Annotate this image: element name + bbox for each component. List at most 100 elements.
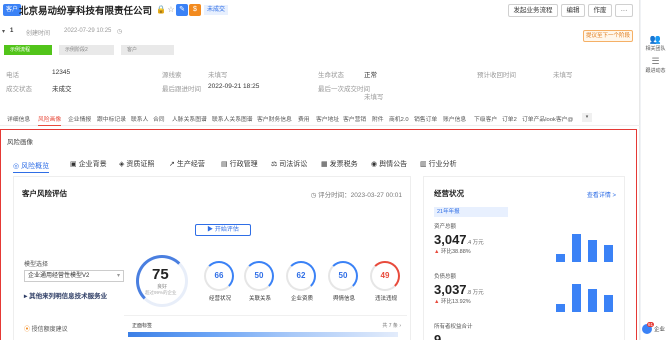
metric-label: 负债总额 <box>434 274 457 280</box>
metric-number: 3,037 <box>434 282 467 297</box>
stage-item[interactable]: 示例阶段2 <box>59 45 114 55</box>
bar <box>572 284 581 312</box>
metric-change: ▲ 环比38.88% <box>434 247 484 255</box>
risk-portrait-panel: 风险画像 ◎ 风险概览 ▣ 企业背景 ◈ 资质证照 ↗ 生产经营 ▤ 行政管理 ⚖ 司法诉讼… <box>0 129 637 340</box>
bar <box>556 304 565 312</box>
subtab-admin[interactable]: ▤ 行政管理 <box>221 159 258 169</box>
industry-link-text: 其他来列明信息技术服务业 <box>29 293 108 300</box>
header-bar: 客户 北京易动纷享科技有限责任公司 🔒 ☆ ✎ $ 未成交 发起业务流程 编辑 … <box>0 0 640 22</box>
edit-button[interactable]: 编辑 <box>561 4 585 17</box>
follow-icon[interactable]: $ <box>189 4 201 16</box>
sidebar-team[interactable]: 👥 相关团队 <box>641 34 670 52</box>
field-value: 正常 <box>364 72 377 79</box>
tabs-more-button[interactable]: ▾ <box>582 113 592 122</box>
tab-item[interactable]: 联系人 <box>131 114 148 123</box>
subtab-label: 司法诉讼 <box>279 161 308 168</box>
view-details-link[interactable]: 查看详情 > <box>587 190 616 199</box>
field-value: 未填写 <box>553 72 573 79</box>
meta-line: ▾ 1 创建时间 2022-07-29 10:25 ◷ <box>0 28 640 40</box>
gavel-icon: ⚖ <box>271 161 278 168</box>
tab-item[interactable]: 附件 <box>372 114 384 123</box>
card-title: 经营状况 <box>434 189 464 198</box>
metric-label: 所有者权益合计 <box>434 324 473 330</box>
dimension-score[interactable]: 62 企业资质 <box>286 261 318 302</box>
dimension-score[interactable]: 66 经营状况 <box>204 261 236 302</box>
enterprise-fab[interactable]: 61 企业 <box>640 322 670 336</box>
eye-icon: ◉ <box>371 161 378 168</box>
subtab-litigation[interactable]: ⚖ 司法诉讼 <box>271 159 307 169</box>
subtab-sentiment[interactable]: ◉ 舆情公告 <box>371 159 407 169</box>
bar <box>588 289 597 312</box>
tab-item[interactable]: 订单产品look客户@ <box>522 114 573 123</box>
tab-item[interactable]: 订单2 <box>502 114 517 123</box>
dimension-value: 50 <box>254 271 264 280</box>
dimension-ring: 50 <box>328 261 358 291</box>
model-select[interactable]: 企业通用经营性模型V2 ▾ <box>24 270 124 282</box>
score-time: ◷ 评分时间：2023-03-27 00:01 <box>311 189 402 199</box>
tab-risk-portrait[interactable]: 风险画像 <box>38 114 62 126</box>
arrow-up-icon: ▲ <box>434 249 440 255</box>
right-sidebar: 👥 相关团队 ☰ 跟进动态 <box>641 0 670 340</box>
tab-item[interactable]: 合同 <box>153 114 165 123</box>
badge-count: 61 <box>647 322 655 327</box>
subtab-qualification[interactable]: ◈ 资质证照 <box>119 159 154 169</box>
metric-label: 资产总额 <box>434 224 457 230</box>
tab-item[interactable]: 客户地址 <box>316 114 339 123</box>
tab-item[interactable]: 企业情报 <box>68 114 91 123</box>
dimension-ring: 50 <box>244 261 274 291</box>
bar <box>604 245 613 262</box>
more-button[interactable]: ··· <box>615 4 633 17</box>
tab-item[interactable]: 人脉关系图谱 <box>172 114 207 123</box>
field-label: 最后跟进时间 <box>162 86 201 93</box>
next-stage-button[interactable]: 提议至下一个阶段 <box>583 30 633 42</box>
tag-icon[interactable]: ✎ <box>176 4 188 16</box>
panel-title: 风险画像 <box>7 139 33 146</box>
sidebar-label: 跟进动态 <box>645 68 666 74</box>
dimension-score[interactable]: 50 关联关系 <box>244 261 276 302</box>
subtab-background[interactable]: ▣ 企业背景 <box>70 159 107 169</box>
start-assessment-button[interactable]: ▶ 开始评估 <box>195 224 251 236</box>
metric-change-text: 环比13.92% <box>440 299 471 305</box>
tab-item[interactable]: 商机2.0 <box>389 114 409 123</box>
tab-item[interactable]: 账户信息 <box>443 114 466 123</box>
lock-icon[interactable]: 🔒 <box>156 5 166 15</box>
document-icon: ▤ <box>221 161 228 168</box>
stage-item[interactable]: 示例流程 <box>4 45 52 55</box>
sidebar-activity[interactable]: ☰ 跟进动态 <box>641 56 670 74</box>
dimension-label: 舆情信息 <box>332 296 355 302</box>
metric-change-text: 环比38.88% <box>440 249 471 255</box>
tab-item[interactable]: 联系人关系图谱 <box>212 114 253 123</box>
field-label: 成交状态 <box>6 86 32 93</box>
tab-item[interactable]: 费用 <box>298 114 310 123</box>
subtab-label: 行业分析 <box>428 161 457 168</box>
risk-assessment-card: 客户风险评估 ◷ 评分时间：2023-03-27 00:01 ▶ 开始评估 模型… <box>13 176 411 340</box>
subtab-industry[interactable]: ▥ 行业分析 <box>420 159 457 169</box>
grid-icon: ▥ <box>420 161 427 168</box>
subtab-overview[interactable]: ◎ 风险概览 <box>13 159 50 173</box>
tab-item[interactable]: 跟中标记录 <box>97 114 126 123</box>
stage-item[interactable]: 客户 <box>121 45 174 55</box>
star-icon[interactable]: ☆ <box>166 5 176 15</box>
score-level: 良好 <box>157 284 168 290</box>
record-tabs: 详细信息 风险画像 企业情报 跟中标记录 联系人 合同 人脉关系图谱 联系人关系… <box>0 112 640 126</box>
dimension-score[interactable]: 50 舆情信息 <box>328 261 360 302</box>
dimension-label: 企业资质 <box>290 296 313 302</box>
void-button[interactable]: 作废 <box>588 4 612 17</box>
positive-tags-count[interactable]: 共 7 条 › <box>382 322 401 329</box>
tab-item[interactable]: 客户营销 <box>343 114 366 123</box>
tab-item[interactable]: 销售订单 <box>414 114 437 123</box>
subtab-operation[interactable]: ↗ 生产经营 <box>169 159 205 169</box>
dimension-value: 50 <box>338 271 348 280</box>
tab-item[interactable]: 下级客户 <box>474 114 497 123</box>
metric-owner-equity: 所有者权益合计 9 <box>434 322 473 340</box>
caret-icon[interactable]: ▾ <box>2 28 5 35</box>
subtab-tax[interactable]: ▦ 发票税务 <box>321 159 358 169</box>
tab-details[interactable]: 详细信息 <box>7 114 30 123</box>
business-status-card: 经营状况 查看详情 > 21年年报 资产总额 3,047.4 万元 ▲ 环比38… <box>423 176 625 340</box>
dimension-score[interactable]: 49 违法违规 <box>370 261 402 302</box>
page: 客户 北京易动纷享科技有限责任公司 🔒 ☆ ✎ $ 未成交 发起业务流程 编辑 … <box>0 0 670 340</box>
industry-link[interactable]: ▸ 其他来列明信息技术服务业 <box>24 290 107 300</box>
tab-item[interactable]: 客户财务信息 <box>257 114 292 123</box>
metric-total-assets: 资产总额 3,047.4 万元 ▲ 环比38.88% <box>434 222 484 255</box>
start-process-button[interactable]: 发起业务流程 <box>508 4 558 17</box>
